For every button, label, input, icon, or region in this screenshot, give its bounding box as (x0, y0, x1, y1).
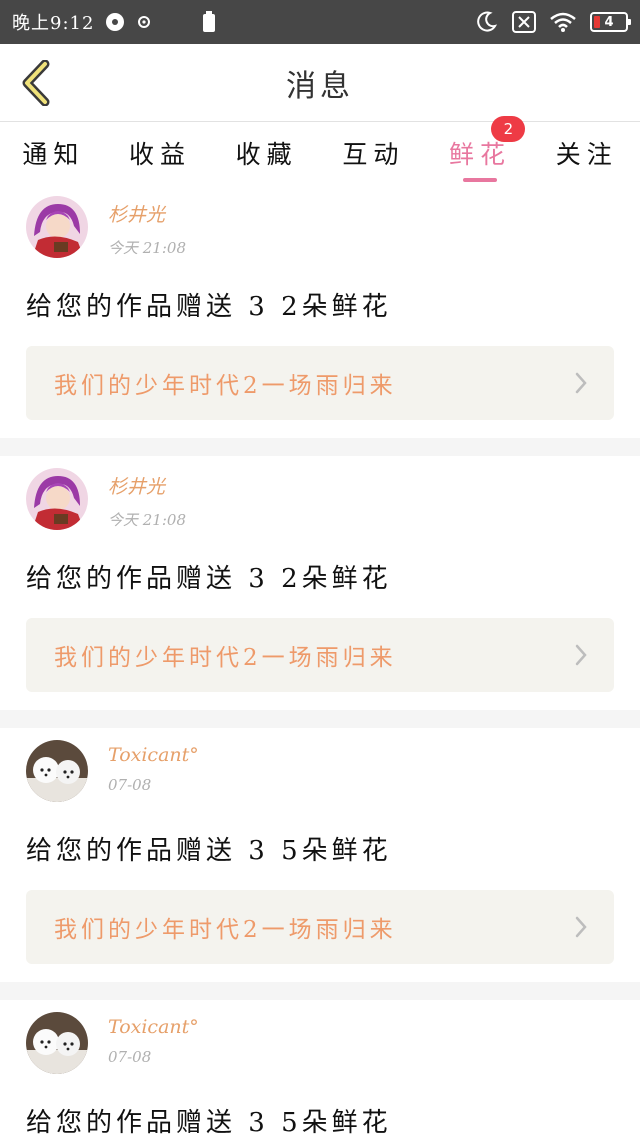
tab-label: 收藏 (235, 140, 298, 169)
list-item: Toxicant° 07-08 给您的作品赠送 3 5朵鲜花 我们的少年时代2一… (0, 728, 640, 982)
tab-label: 收益 (129, 140, 192, 169)
work-title: 我们的少年时代2一场雨归来 (54, 645, 397, 671)
avatar[interactable] (26, 468, 88, 530)
back-button[interactable] (14, 58, 58, 108)
username[interactable]: Toxicant° (108, 744, 199, 766)
active-tab-indicator (463, 178, 498, 182)
username[interactable]: 杉井光 (108, 472, 186, 499)
flower-feed: 杉井光 今天 21:08 给您的作品赠送 3 2朵鲜花 我们的少年时代2一场雨归… (0, 184, 640, 1138)
username[interactable]: Toxicant° (108, 1016, 199, 1038)
puppies-avatar-icon (26, 1012, 88, 1074)
battery-small-icon (202, 11, 216, 33)
record-icon (104, 11, 126, 33)
timestamp: 07-08 (108, 1048, 152, 1066)
tab-interactions[interactable]: 互动 (320, 122, 427, 184)
gift-message: 给您的作品赠送 3 2朵鲜花 (26, 292, 392, 322)
work-link[interactable]: 我们的少年时代2一场雨归来 (26, 890, 614, 964)
battery-icon: 4 (590, 12, 631, 32)
unread-badge: 2 (491, 116, 526, 142)
chevron-right-icon (575, 372, 587, 394)
avatar[interactable] (26, 196, 88, 258)
tab-earnings[interactable]: 收益 (107, 122, 214, 184)
tab-label: 互动 (342, 140, 405, 169)
list-item: Toxicant° 07-08 给您的作品赠送 3 5朵鲜花 (0, 1000, 640, 1138)
work-link[interactable]: 我们的少年时代2一场雨归来 (26, 346, 614, 420)
puppies-avatar-icon (26, 740, 88, 802)
tab-following[interactable]: 关注 (533, 122, 640, 184)
anime-girl-avatar-icon (26, 196, 88, 258)
wifi-icon (550, 12, 576, 32)
tab-flowers[interactable]: 鲜花 2 (427, 116, 534, 184)
chevron-right-icon (575, 644, 587, 666)
avatar[interactable] (26, 740, 88, 802)
work-link[interactable]: 我们的少年时代2一场雨归来 (26, 618, 614, 692)
timestamp: 今天 21:08 (108, 239, 186, 257)
anime-girl-avatar-icon (26, 468, 88, 530)
timestamp: 今天 21:08 (108, 511, 186, 529)
moon-icon (474, 10, 498, 34)
no-sim-icon (512, 11, 536, 33)
list-item: 杉井光 今天 21:08 给您的作品赠送 3 2朵鲜花 我们的少年时代2一场雨归… (0, 184, 640, 438)
avatar[interactable] (26, 1012, 88, 1074)
timestamp: 07-08 (108, 776, 152, 794)
sync-icon (136, 14, 152, 30)
gift-message: 给您的作品赠送 3 5朵鲜花 (26, 836, 392, 866)
status-time: 晚上9:12 (12, 13, 95, 34)
tab-label: 关注 (555, 140, 618, 169)
tab-favorites[interactable]: 收藏 (213, 122, 320, 184)
tab-notifications[interactable]: 通知 (0, 122, 107, 184)
work-title: 我们的少年时代2一场雨归来 (54, 917, 397, 943)
gift-message: 给您的作品赠送 3 2朵鲜花 (26, 564, 392, 594)
chevron-right-icon (575, 916, 587, 938)
username[interactable]: 杉井光 (108, 200, 186, 227)
work-title: 我们的少年时代2一场雨归来 (54, 373, 397, 399)
list-item: 杉井光 今天 21:08 给您的作品赠送 3 2朵鲜花 我们的少年时代2一场雨归… (0, 456, 640, 710)
header: 消息 (0, 44, 640, 122)
status-bar: 晚上9:12 4 (0, 0, 640, 44)
tab-label: 通知 (22, 140, 85, 169)
page-title: 消息 (286, 68, 354, 104)
gift-message: 给您的作品赠送 3 5朵鲜花 (26, 1108, 392, 1138)
tab-bar: 通知 收益 收藏 互动 鲜花 2 关注 (0, 116, 640, 184)
chevron-left-icon (22, 60, 50, 106)
